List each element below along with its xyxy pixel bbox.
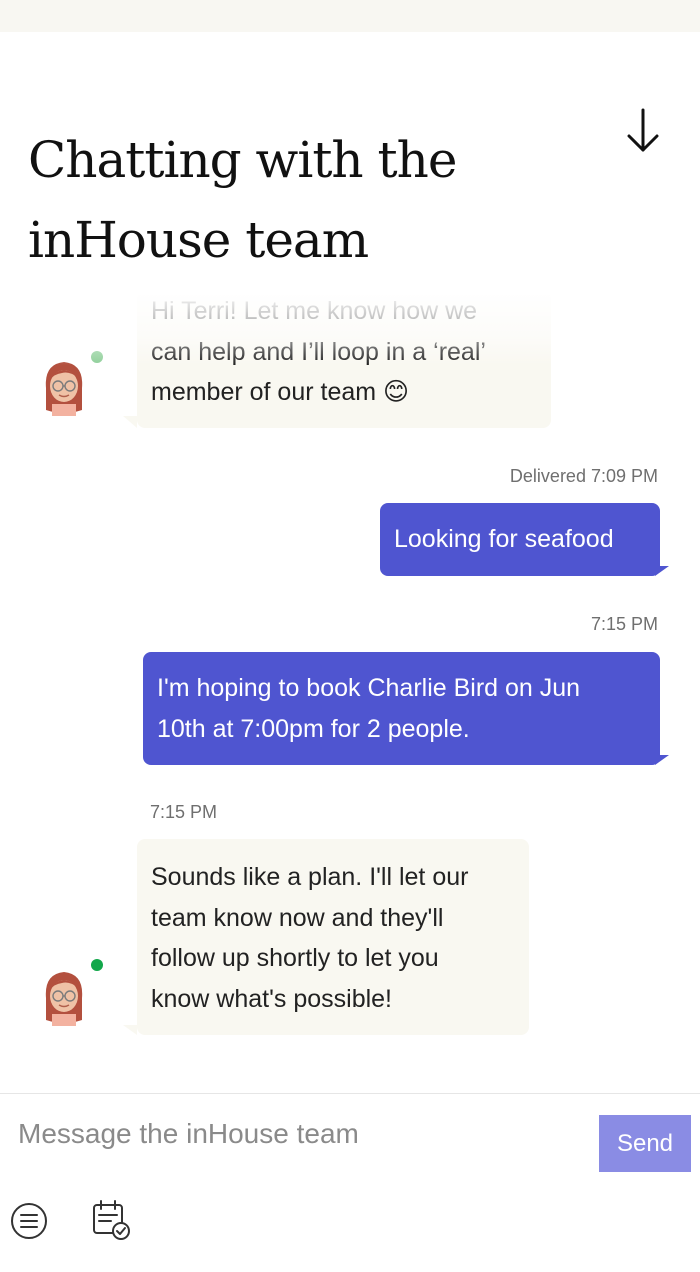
agent-message-bubble: Hi Terri! Let me know how we can help an…	[137, 295, 551, 428]
agent-avatar	[42, 968, 86, 1026]
agent-message-bubble: Sounds like a plan. I'll let our team kn…	[137, 839, 529, 1035]
message-line: follow up shortly to let you	[151, 944, 439, 972]
smile-emoji: 😊	[383, 377, 410, 406]
message-list[interactable]: Hi Terri! Let me know how we can help an…	[0, 295, 700, 1090]
arrow-down-icon	[627, 108, 659, 152]
online-indicator	[91, 959, 103, 971]
menu-icon	[11, 1203, 47, 1239]
online-indicator	[91, 351, 103, 363]
message-line: know what's possible!	[151, 984, 393, 1013]
message-text: member of our team	[151, 378, 377, 406]
menu-button[interactable]	[9, 1201, 49, 1246]
send-button[interactable]: Send	[599, 1115, 691, 1172]
composer-divider	[0, 1093, 700, 1094]
message-status: Delivered 7:09 PM	[509, 466, 658, 486]
message-input[interactable]	[18, 1112, 578, 1156]
message-line: Hi Terri! Let me know how we	[151, 297, 478, 325]
message-status: 7:15 PM	[590, 614, 658, 634]
message-line: 10th at 7:00pm for 2 people.	[157, 714, 470, 743]
bubble-tail	[123, 1025, 137, 1035]
message-line: can help and I’ll loop in a ‘real’	[151, 337, 486, 366]
bubble-tail	[655, 566, 669, 576]
message-text: Looking for seafood	[394, 525, 614, 553]
message-line: team know now and they'll	[151, 903, 444, 932]
agent-avatar	[42, 358, 86, 416]
top-status-strip	[0, 0, 700, 32]
message-line: Sounds like a plan. I'll let our	[151, 863, 469, 891]
user-message-bubble: I'm hoping to book Charlie Bird on Jun 1…	[143, 652, 660, 765]
bubble-tail	[123, 416, 137, 428]
message-line: member of our team 😊	[151, 372, 537, 413]
scroll-down-button[interactable]	[623, 106, 663, 158]
message-line: I'm hoping to book Charlie Bird on Jun	[157, 674, 581, 702]
calendar-button[interactable]	[90, 1198, 134, 1247]
page-title: Chatting with the inHouse team	[28, 131, 457, 269]
bubble-tail	[655, 755, 669, 765]
user-message-bubble: Looking for seafood	[380, 503, 660, 576]
calendar-check-icon	[93, 1200, 130, 1240]
message-status: 7:15 PM	[150, 802, 218, 822]
